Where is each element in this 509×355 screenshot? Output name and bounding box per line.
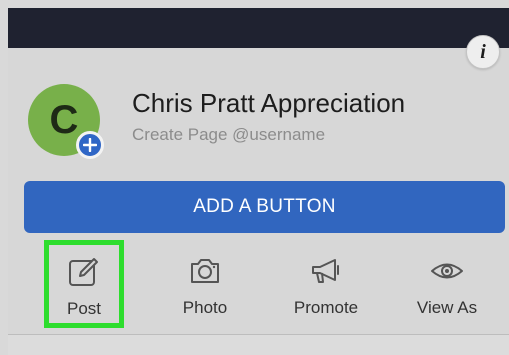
page-username-link[interactable]: Create Page @username: [132, 125, 325, 145]
page-title: Chris Pratt Appreciation: [132, 88, 406, 118]
content-area: [8, 335, 509, 355]
plus-icon: [83, 138, 97, 152]
view-as-label: View As: [416, 298, 478, 317]
promote-action[interactable]: Promote: [285, 244, 367, 326]
eye-icon: [431, 263, 463, 279]
view-as-action[interactable]: View As: [406, 244, 488, 326]
post-label: Post: [66, 299, 102, 318]
camera-icon: [191, 259, 219, 283]
photo-action[interactable]: Photo: [164, 244, 246, 326]
edit-icon: [69, 258, 98, 286]
photo-label: Photo: [182, 298, 228, 317]
avatar-letter: C: [49, 98, 79, 142]
post-action[interactable]: Post: [44, 240, 124, 328]
top-bar: [8, 8, 509, 48]
info-button[interactable]: i: [466, 35, 500, 69]
megaphone-icon: [312, 259, 339, 283]
add-photo-button[interactable]: [76, 131, 104, 159]
promote-label: Promote: [293, 298, 359, 317]
info-icon: i: [480, 41, 486, 63]
add-a-button[interactable]: ADD A BUTTON: [24, 181, 505, 233]
